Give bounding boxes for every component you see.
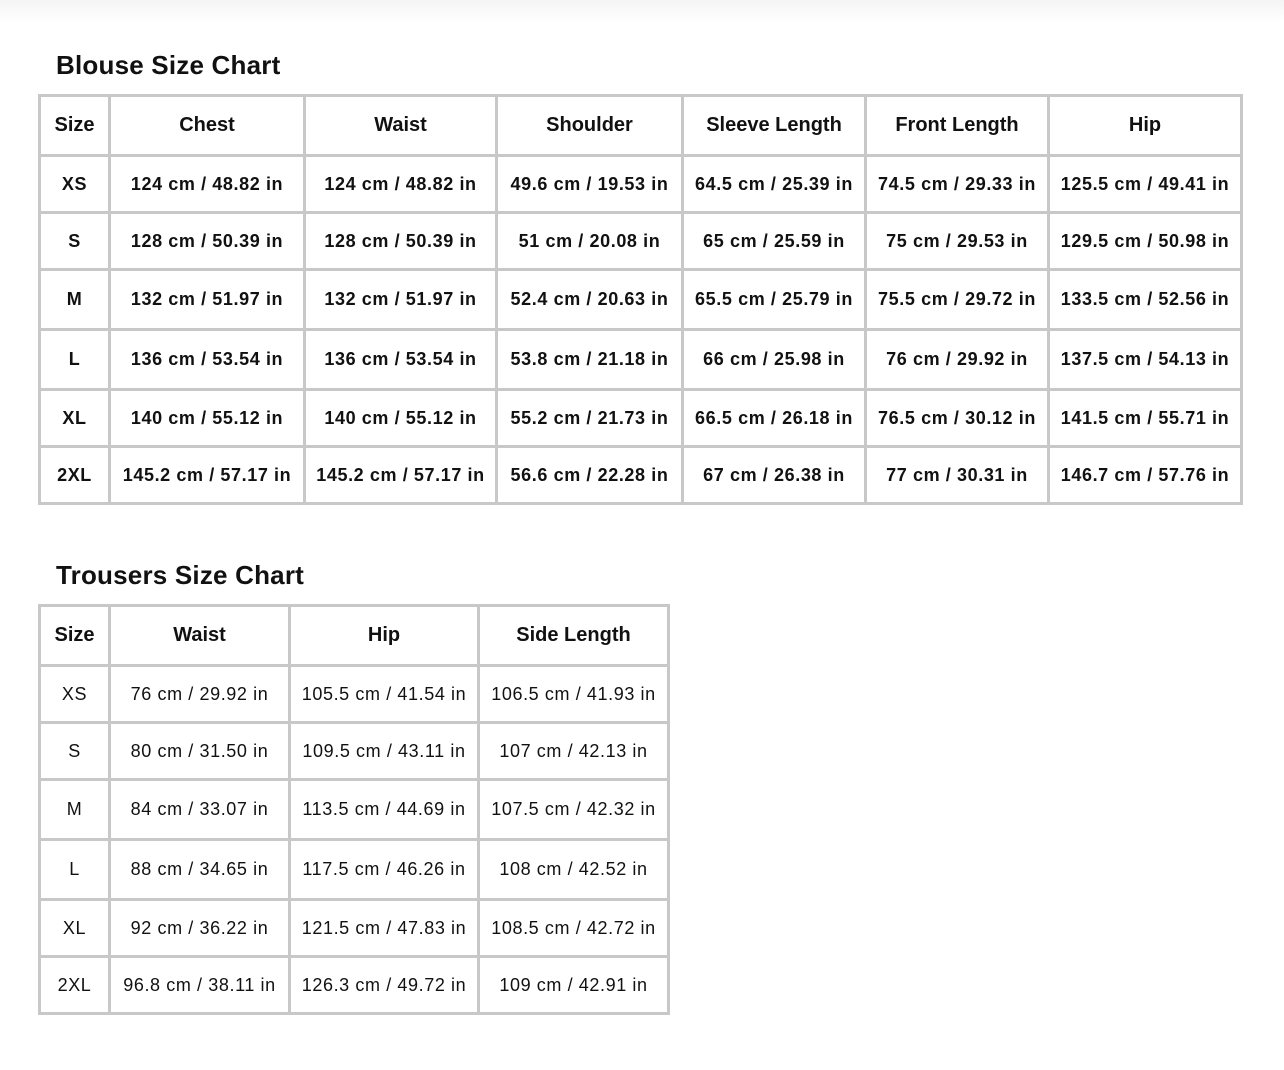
hip-cell: 105.5 cm / 41.54 in (288, 664, 480, 724)
size-chart-page: Blouse Size Chart Size Chest Waist Shoul… (0, 0, 1284, 1070)
shoulder-cell: 51 cm / 20.08 in (495, 211, 684, 271)
sleeve-length-cell: 66 cm / 25.98 in (681, 328, 867, 391)
chest-cell: 128 cm / 50.39 in (108, 211, 306, 271)
table-row: M 132 cm / 51.97 in 132 cm / 51.97 in 52… (38, 268, 1243, 331)
column-header-size: Size (38, 94, 111, 157)
column-header-shoulder: Shoulder (495, 94, 684, 157)
size-cell: M (38, 268, 111, 331)
front-length-cell: 75.5 cm / 29.72 in (864, 268, 1050, 331)
column-header-size: Size (38, 604, 111, 667)
hip-cell: 117.5 cm / 46.26 in (288, 838, 480, 901)
size-cell: S (38, 211, 111, 271)
trousers-size-table: Size Waist Hip Side Length XS 76 cm / 29… (38, 604, 670, 1015)
table-row: M 84 cm / 33.07 in 113.5 cm / 44.69 in 1… (38, 778, 670, 841)
sleeve-length-cell: 65 cm / 25.59 in (681, 211, 867, 271)
blouse-size-table: Size Chest Waist Shoulder Sleeve Length … (38, 94, 1243, 505)
column-header-chest: Chest (108, 94, 306, 157)
waist-cell: 145.2 cm / 57.17 in (303, 445, 498, 505)
table-row: 2XL 96.8 cm / 38.11 in 126.3 cm / 49.72 … (38, 955, 670, 1015)
shoulder-cell: 56.6 cm / 22.28 in (495, 445, 684, 505)
side-length-cell: 108 cm / 42.52 in (477, 838, 670, 901)
size-cell: 2XL (38, 955, 111, 1015)
column-header-side-length: Side Length (477, 604, 670, 667)
size-cell: L (38, 328, 111, 391)
waist-cell: 132 cm / 51.97 in (303, 268, 498, 331)
waist-cell: 128 cm / 50.39 in (303, 211, 498, 271)
blouse-chart-title: Blouse Size Chart (56, 50, 281, 80)
hip-cell: 146.7 cm / 57.76 in (1047, 445, 1243, 505)
side-length-cell: 107.5 cm / 42.32 in (477, 778, 670, 841)
sleeve-length-cell: 66.5 cm / 26.18 in (681, 388, 867, 448)
size-cell: XL (38, 388, 111, 448)
hip-cell: 121.5 cm / 47.83 in (288, 898, 480, 958)
table-row: L 88 cm / 34.65 in 117.5 cm / 46.26 in 1… (38, 838, 670, 901)
column-header-hip: Hip (288, 604, 480, 667)
size-cell: XS (38, 154, 111, 214)
chest-cell: 145.2 cm / 57.17 in (108, 445, 306, 505)
waist-cell: 96.8 cm / 38.11 in (108, 955, 291, 1015)
waist-cell: 124 cm / 48.82 in (303, 154, 498, 214)
hip-cell: 125.5 cm / 49.41 in (1047, 154, 1243, 214)
side-length-cell: 109 cm / 42.91 in (477, 955, 670, 1015)
table-row: S 128 cm / 50.39 in 128 cm / 50.39 in 51… (38, 211, 1243, 271)
sleeve-length-cell: 64.5 cm / 25.39 in (681, 154, 867, 214)
column-header-front-length: Front Length (864, 94, 1050, 157)
chest-cell: 132 cm / 51.97 in (108, 268, 306, 331)
side-length-cell: 107 cm / 42.13 in (477, 721, 670, 781)
shoulder-cell: 52.4 cm / 20.63 in (495, 268, 684, 331)
side-length-cell: 106.5 cm / 41.93 in (477, 664, 670, 724)
front-length-cell: 77 cm / 30.31 in (864, 445, 1050, 505)
waist-cell: 140 cm / 55.12 in (303, 388, 498, 448)
hip-cell: 141.5 cm / 55.71 in (1047, 388, 1243, 448)
waist-cell: 76 cm / 29.92 in (108, 664, 291, 724)
column-header-hip: Hip (1047, 94, 1243, 157)
table-row: 2XL 145.2 cm / 57.17 in 145.2 cm / 57.17… (38, 445, 1243, 505)
table-row: S 80 cm / 31.50 in 109.5 cm / 43.11 in 1… (38, 721, 670, 781)
table-header-row: Size Chest Waist Shoulder Sleeve Length … (38, 94, 1243, 157)
front-length-cell: 76 cm / 29.92 in (864, 328, 1050, 391)
column-header-sleeve-length: Sleeve Length (681, 94, 867, 157)
waist-cell: 80 cm / 31.50 in (108, 721, 291, 781)
hip-cell: 137.5 cm / 54.13 in (1047, 328, 1243, 391)
table-row: XL 92 cm / 36.22 in 121.5 cm / 47.83 in … (38, 898, 670, 958)
side-length-cell: 108.5 cm / 42.72 in (477, 898, 670, 958)
size-cell: XL (38, 898, 111, 958)
column-header-waist: Waist (108, 604, 291, 667)
front-length-cell: 75 cm / 29.53 in (864, 211, 1050, 271)
shoulder-cell: 53.8 cm / 21.18 in (495, 328, 684, 391)
shoulder-cell: 49.6 cm / 19.53 in (495, 154, 684, 214)
hip-cell: 113.5 cm / 44.69 in (288, 778, 480, 841)
waist-cell: 92 cm / 36.22 in (108, 898, 291, 958)
table-row: XS 124 cm / 48.82 in 124 cm / 48.82 in 4… (38, 154, 1243, 214)
column-header-waist: Waist (303, 94, 498, 157)
size-cell: S (38, 721, 111, 781)
waist-cell: 136 cm / 53.54 in (303, 328, 498, 391)
table-row: XS 76 cm / 29.92 in 105.5 cm / 41.54 in … (38, 664, 670, 724)
chest-cell: 140 cm / 55.12 in (108, 388, 306, 448)
waist-cell: 84 cm / 33.07 in (108, 778, 291, 841)
table-row: L 136 cm / 53.54 in 136 cm / 53.54 in 53… (38, 328, 1243, 391)
size-cell: M (38, 778, 111, 841)
size-cell: XS (38, 664, 111, 724)
table-header-row: Size Waist Hip Side Length (38, 604, 670, 667)
front-length-cell: 76.5 cm / 30.12 in (864, 388, 1050, 448)
front-length-cell: 74.5 cm / 29.33 in (864, 154, 1050, 214)
sleeve-length-cell: 65.5 cm / 25.79 in (681, 268, 867, 331)
trousers-chart-title: Trousers Size Chart (56, 560, 304, 590)
chest-cell: 136 cm / 53.54 in (108, 328, 306, 391)
waist-cell: 88 cm / 34.65 in (108, 838, 291, 901)
shoulder-cell: 55.2 cm / 21.73 in (495, 388, 684, 448)
sleeve-length-cell: 67 cm / 26.38 in (681, 445, 867, 505)
size-cell: 2XL (38, 445, 111, 505)
size-cell: L (38, 838, 111, 901)
hip-cell: 133.5 cm / 52.56 in (1047, 268, 1243, 331)
hip-cell: 129.5 cm / 50.98 in (1047, 211, 1243, 271)
hip-cell: 109.5 cm / 43.11 in (288, 721, 480, 781)
chest-cell: 124 cm / 48.82 in (108, 154, 306, 214)
table-row: XL 140 cm / 55.12 in 140 cm / 55.12 in 5… (38, 388, 1243, 448)
hip-cell: 126.3 cm / 49.72 in (288, 955, 480, 1015)
